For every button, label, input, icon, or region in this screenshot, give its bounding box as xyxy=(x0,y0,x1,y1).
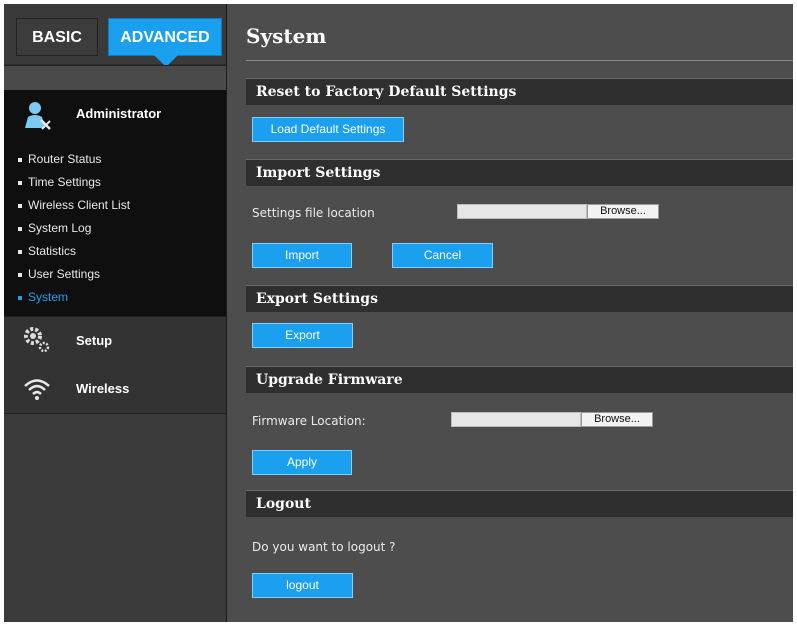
sidebar-title-administrator: Administrator xyxy=(76,106,162,121)
tab-basic[interactable]: BASIC xyxy=(16,18,98,56)
sidebar-title-setup: Setup xyxy=(76,333,113,348)
section-header-logout: Logout xyxy=(246,490,793,517)
sidebar-item-label: Wireless Client List xyxy=(28,198,131,212)
sidebar-item-label: Statistics xyxy=(28,244,77,258)
sidebar-item-statistics[interactable]: Statistics xyxy=(18,242,130,265)
sidebar-item-label: System Log xyxy=(28,221,92,235)
section-title-import: Import Settings xyxy=(256,165,381,181)
admin-tools-icon xyxy=(25,102,51,130)
bullet-icon xyxy=(18,249,22,254)
firmware-file-input[interactable] xyxy=(451,412,581,427)
bullet-icon xyxy=(18,295,22,300)
wifi-icon xyxy=(24,379,50,400)
logout-button[interactable]: logout xyxy=(252,573,353,598)
section-title-export: Export Settings xyxy=(256,291,378,307)
administrator-menu: Router Status Time Settings Wireless Cli… xyxy=(18,150,130,311)
cancel-button[interactable]: Cancel xyxy=(392,243,493,268)
sidebar-section-wireless[interactable]: Wireless xyxy=(4,365,226,414)
load-default-settings-button[interactable]: Load Default Settings xyxy=(252,117,404,142)
section-header-firmware: Upgrade Firmware xyxy=(246,366,793,393)
bullet-icon xyxy=(18,157,22,162)
bullet-icon xyxy=(18,226,22,231)
sidebar-item-wireless-client-list[interactable]: Wireless Client List xyxy=(18,196,130,219)
sidebar-section-administrator: Administrator Router Status Time Setting… xyxy=(4,90,226,316)
sidebar-item-system-log[interactable]: System Log xyxy=(18,219,130,242)
section-title-logout: Logout xyxy=(256,496,311,512)
import-button[interactable]: Import xyxy=(252,243,352,268)
firmware-browse-button[interactable]: Browse... xyxy=(581,412,653,427)
section-title-firmware: Upgrade Firmware xyxy=(256,372,403,388)
section-header-reset: Reset to Factory Default Settings xyxy=(246,78,793,105)
router-admin-window: BASIC ADVANCED Administrator Router Stat… xyxy=(4,4,793,622)
gears-icon xyxy=(24,327,50,353)
export-button[interactable]: Export xyxy=(252,323,353,348)
page-title: System xyxy=(246,24,327,48)
title-divider xyxy=(246,60,793,61)
sidebar-header-administrator[interactable]: Administrator xyxy=(4,90,226,138)
logout-prompt: Do you want to logout ? xyxy=(252,540,396,554)
tab-advanced[interactable]: ADVANCED xyxy=(108,18,222,56)
sidebar: BASIC ADVANCED Administrator Router Stat… xyxy=(4,4,227,622)
sidebar-title-wireless: Wireless xyxy=(76,381,130,396)
sidebar-item-label: User Settings xyxy=(28,267,101,281)
sidebar-section-setup[interactable]: Setup xyxy=(4,316,226,366)
section-header-import: Import Settings xyxy=(246,159,793,186)
sidebar-item-system[interactable]: System xyxy=(18,288,130,311)
mode-tabs: BASIC ADVANCED xyxy=(4,4,226,67)
sidebar-empty-area xyxy=(4,414,226,622)
sidebar-spacer xyxy=(4,65,226,91)
sidebar-item-label: Router Status xyxy=(28,152,102,166)
sidebar-item-time-settings[interactable]: Time Settings xyxy=(18,173,130,196)
sidebar-item-router-status[interactable]: Router Status xyxy=(18,150,130,173)
sidebar-item-label: System xyxy=(28,290,69,304)
bullet-icon xyxy=(18,272,22,277)
apply-button[interactable]: Apply xyxy=(252,450,352,475)
settings-browse-button[interactable]: Browse... xyxy=(587,204,659,219)
settings-file-label: Settings file location xyxy=(252,206,375,220)
section-header-export: Export Settings xyxy=(246,285,793,312)
main-content: System Reset to Factory Default Settings… xyxy=(227,4,793,622)
section-title-reset: Reset to Factory Default Settings xyxy=(256,84,517,100)
bullet-icon xyxy=(18,180,22,185)
bullet-icon xyxy=(18,203,22,208)
sidebar-item-label: Time Settings xyxy=(28,175,101,189)
settings-file-input[interactable] xyxy=(457,204,587,219)
sidebar-item-user-settings[interactable]: User Settings xyxy=(18,265,130,288)
firmware-location-label: Firmware Location: xyxy=(252,414,366,428)
